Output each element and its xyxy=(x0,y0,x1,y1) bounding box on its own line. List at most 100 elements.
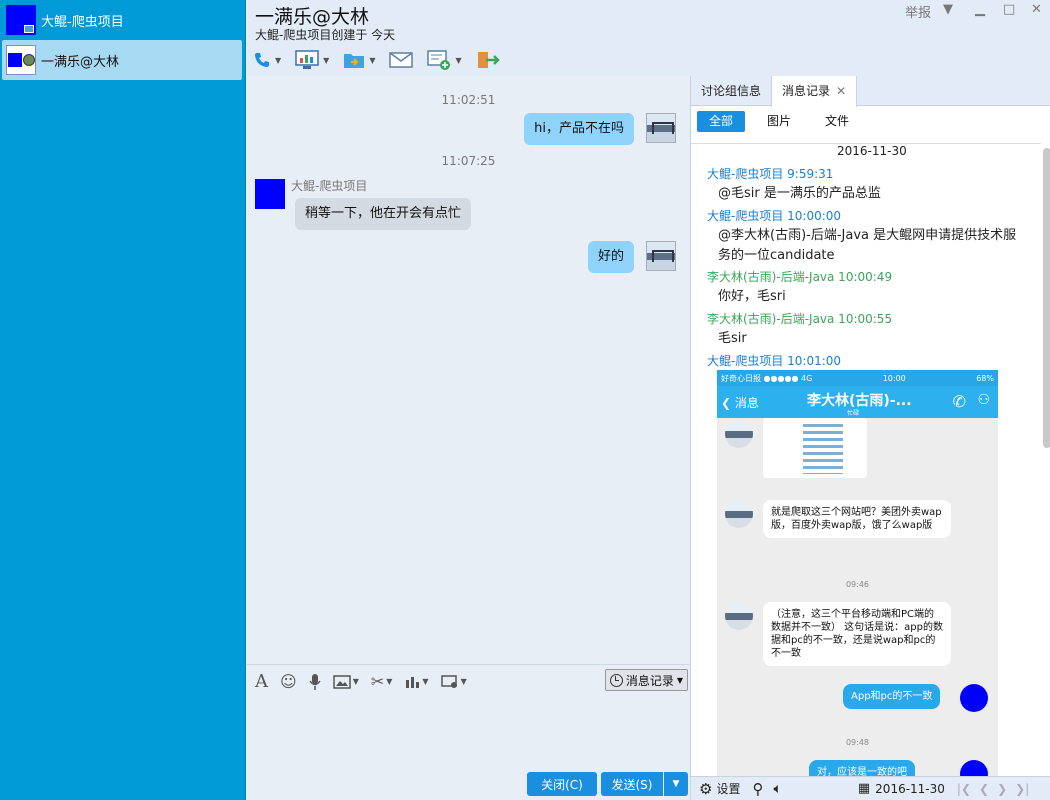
history-panel: 讨论组信息 消息记录 ✕ 全部 图片 文件 2016-11-30 大鲲-爬虫项目 … xyxy=(690,76,1050,800)
monitor-icon xyxy=(24,25,34,33)
chevron-down-icon: ▼ xyxy=(369,55,376,65)
my-avatar[interactable] xyxy=(646,113,676,143)
message-input-area[interactable]: A ☺ ▼ ✂ ▼ ▼ ▼ 消息记录 ▼ 关闭(C) 发送(S) ▼ xyxy=(247,664,690,800)
status-time: 10:00 xyxy=(882,373,906,383)
settings-label[interactable]: 设置 xyxy=(716,780,740,797)
next-page-icon[interactable]: ❯ xyxy=(997,782,1007,796)
send-options-dropdown[interactable]: ▼ xyxy=(664,772,688,796)
my-avatar[interactable] xyxy=(646,241,676,271)
my-phone-avatar xyxy=(960,684,988,712)
group-avatar xyxy=(6,5,36,35)
contact-avatar xyxy=(725,420,753,448)
menu-dropdown-icon[interactable]: ▼ xyxy=(943,2,953,17)
phone-timestamp: 09:48 xyxy=(845,738,870,747)
last-page-icon[interactable]: ❯| xyxy=(1015,782,1029,796)
chat-avatar xyxy=(6,45,36,75)
prev-page-icon[interactable]: ❮ xyxy=(979,782,989,796)
footer-date[interactable]: 2016-11-30 xyxy=(875,782,945,796)
chat-messages: 11:02:51 hi，产品不在吗 11:07:25 大鲲-爬虫项目 稍等一下，… xyxy=(247,76,690,664)
image-thumbnail xyxy=(763,418,867,478)
calendar-icon[interactable]: ▦ xyxy=(858,781,870,796)
message-timestamp: 11:02:51 xyxy=(441,93,496,107)
maximize-icon[interactable]: □ xyxy=(1003,2,1015,17)
history-scrollbar[interactable] xyxy=(1043,148,1050,448)
send-file-button[interactable]: ▼ xyxy=(343,51,375,69)
screen-share-button[interactable]: ▼ xyxy=(295,50,329,70)
back-text: 消息 xyxy=(734,395,759,410)
status-battery: 68% xyxy=(976,373,994,383)
avatar-photo xyxy=(23,54,35,66)
chat-toolbar: ▼ ▼ ▼ ▼ xyxy=(253,46,514,74)
contact-avatar xyxy=(725,500,753,528)
history-filters: 全部 图片 文件 xyxy=(697,111,871,132)
conversation-sidebar: 大鲲-爬虫项目 一满乐@大林 xyxy=(0,0,246,800)
back-label: ❮ 消息 xyxy=(721,395,759,410)
screen-capture-icon[interactable]: ▼ xyxy=(440,674,467,689)
sender-avatar[interactable] xyxy=(255,179,285,209)
panel-footer: ⚙ 设置 ⚲ 🔈︎ ▦ 2016-11-30 |❮ ❮ ❯ ❯| xyxy=(691,776,1050,800)
profile-icon: ⚇ xyxy=(977,392,990,408)
speaker-icon[interactable]: 🔈︎ xyxy=(773,781,781,797)
scissors-icon[interactable]: ✂ ▼ xyxy=(371,672,393,691)
chat-header: 一满乐@大林 大鲲-爬虫项目创建于 今天 举报 ▼ ▁ □ ✕ ▼ ▼ ▼ ▼ xyxy=(247,0,1050,76)
chevron-down-icon: ▼ xyxy=(323,55,330,65)
history-image-screenshot[interactable]: 好奇心日报 ●●●●● 4G 10:00 68% ❮ 消息 李大林(古雨)-..… xyxy=(717,370,998,780)
history-message-header: 大鲲-爬虫项目 9:59:31 xyxy=(707,167,834,181)
report-link[interactable]: 举报 xyxy=(905,2,931,21)
search-icon[interactable]: ⚲ xyxy=(752,780,763,798)
avatar-square xyxy=(8,53,22,67)
call-button[interactable]: ▼ xyxy=(253,51,281,69)
close-button[interactable]: 关闭(C) xyxy=(527,772,597,796)
sidebar-item-label: 大鲲-爬虫项目 xyxy=(41,14,124,30)
history-message-header: 大鲲-爬虫项目 10:00:00 xyxy=(707,209,842,223)
input-toolbar: A ☺ ▼ ✂ ▼ ▼ ▼ xyxy=(255,671,479,692)
message-bubble-incoming[interactable]: 稍等一下，他在开会有点忙 xyxy=(295,198,472,230)
message-timestamp: 11:07:25 xyxy=(441,154,496,168)
phone-status-bar: 好奇心日报 ●●●●● 4G 10:00 68% xyxy=(717,370,998,386)
message-sender: 大鲲-爬虫项目 xyxy=(291,179,368,193)
note-add-icon xyxy=(427,50,451,70)
image-icon[interactable]: ▼ xyxy=(332,674,359,689)
chevron-down-icon: ▼ xyxy=(455,55,462,65)
new-note-button[interactable]: ▼ xyxy=(427,50,462,70)
thumbnail-content xyxy=(803,424,843,474)
tab-message-history[interactable]: 消息记录 ✕ xyxy=(771,76,858,107)
panel-tabs: 讨论组信息 消息记录 ✕ xyxy=(691,76,1050,107)
mail-icon xyxy=(389,52,414,68)
history-message-body: 你好，毛sri xyxy=(718,289,786,304)
voice-icon[interactable] xyxy=(309,673,321,691)
tab-label: 消息记录 xyxy=(782,84,831,98)
message-bubble-outgoing[interactable]: hi，产品不在吗 xyxy=(524,113,634,145)
emoji-icon[interactable]: ☺ xyxy=(280,672,297,691)
exit-group-button[interactable] xyxy=(476,50,500,70)
filter-images[interactable]: 图片 xyxy=(755,111,803,132)
phone-chat-title: 李大林(古雨)-... xyxy=(807,393,912,409)
screen-share-icon xyxy=(295,50,319,69)
stats-icon[interactable]: ▼ xyxy=(404,675,429,689)
history-message-header: 李大林(古雨)-后端-Java 10:00:49 xyxy=(707,270,893,284)
tab-group-info[interactable]: 讨论组信息 xyxy=(691,76,771,105)
filter-all[interactable]: 全部 xyxy=(697,111,746,132)
message-bubble-outgoing[interactable]: 好的 xyxy=(587,241,634,273)
sidebar-item-chat-active[interactable]: 一满乐@大林 xyxy=(2,40,242,80)
filter-files[interactable]: 文件 xyxy=(813,111,861,132)
sidebar-item-label: 一满乐@大林 xyxy=(41,54,120,70)
send-button[interactable]: 发送(S) xyxy=(601,772,663,796)
font-icon[interactable]: A xyxy=(255,671,268,692)
sidebar-item-group[interactable]: 大鲲-爬虫项目 xyxy=(0,0,246,40)
gear-icon[interactable]: ⚙ xyxy=(699,780,712,798)
history-message-body: 毛sir xyxy=(718,331,747,346)
status-carrier: 好奇心日报 ●●●●● 4G xyxy=(721,373,813,383)
message-history-button[interactable]: 消息记录 ▼ xyxy=(604,669,688,691)
phone-icon xyxy=(255,53,269,67)
phone-bubble: 就是爬取这三个网站吧？美团外卖wap版，百度外卖wap版，饿了么wap版 xyxy=(763,500,951,538)
first-page-icon[interactable]: |❮ xyxy=(957,782,971,796)
close-tab-icon[interactable]: ✕ xyxy=(836,84,846,98)
history-message-body: @毛sir 是一满乐的产品总监 xyxy=(718,186,881,201)
email-button[interactable] xyxy=(389,51,414,69)
clock-icon xyxy=(609,673,623,687)
phone-timestamp: 09:46 xyxy=(845,580,870,589)
chat-title: 一满乐@大林 xyxy=(255,6,370,28)
minimize-icon[interactable]: ▁ xyxy=(975,2,985,17)
close-window-icon[interactable]: ✕ xyxy=(1031,2,1042,17)
